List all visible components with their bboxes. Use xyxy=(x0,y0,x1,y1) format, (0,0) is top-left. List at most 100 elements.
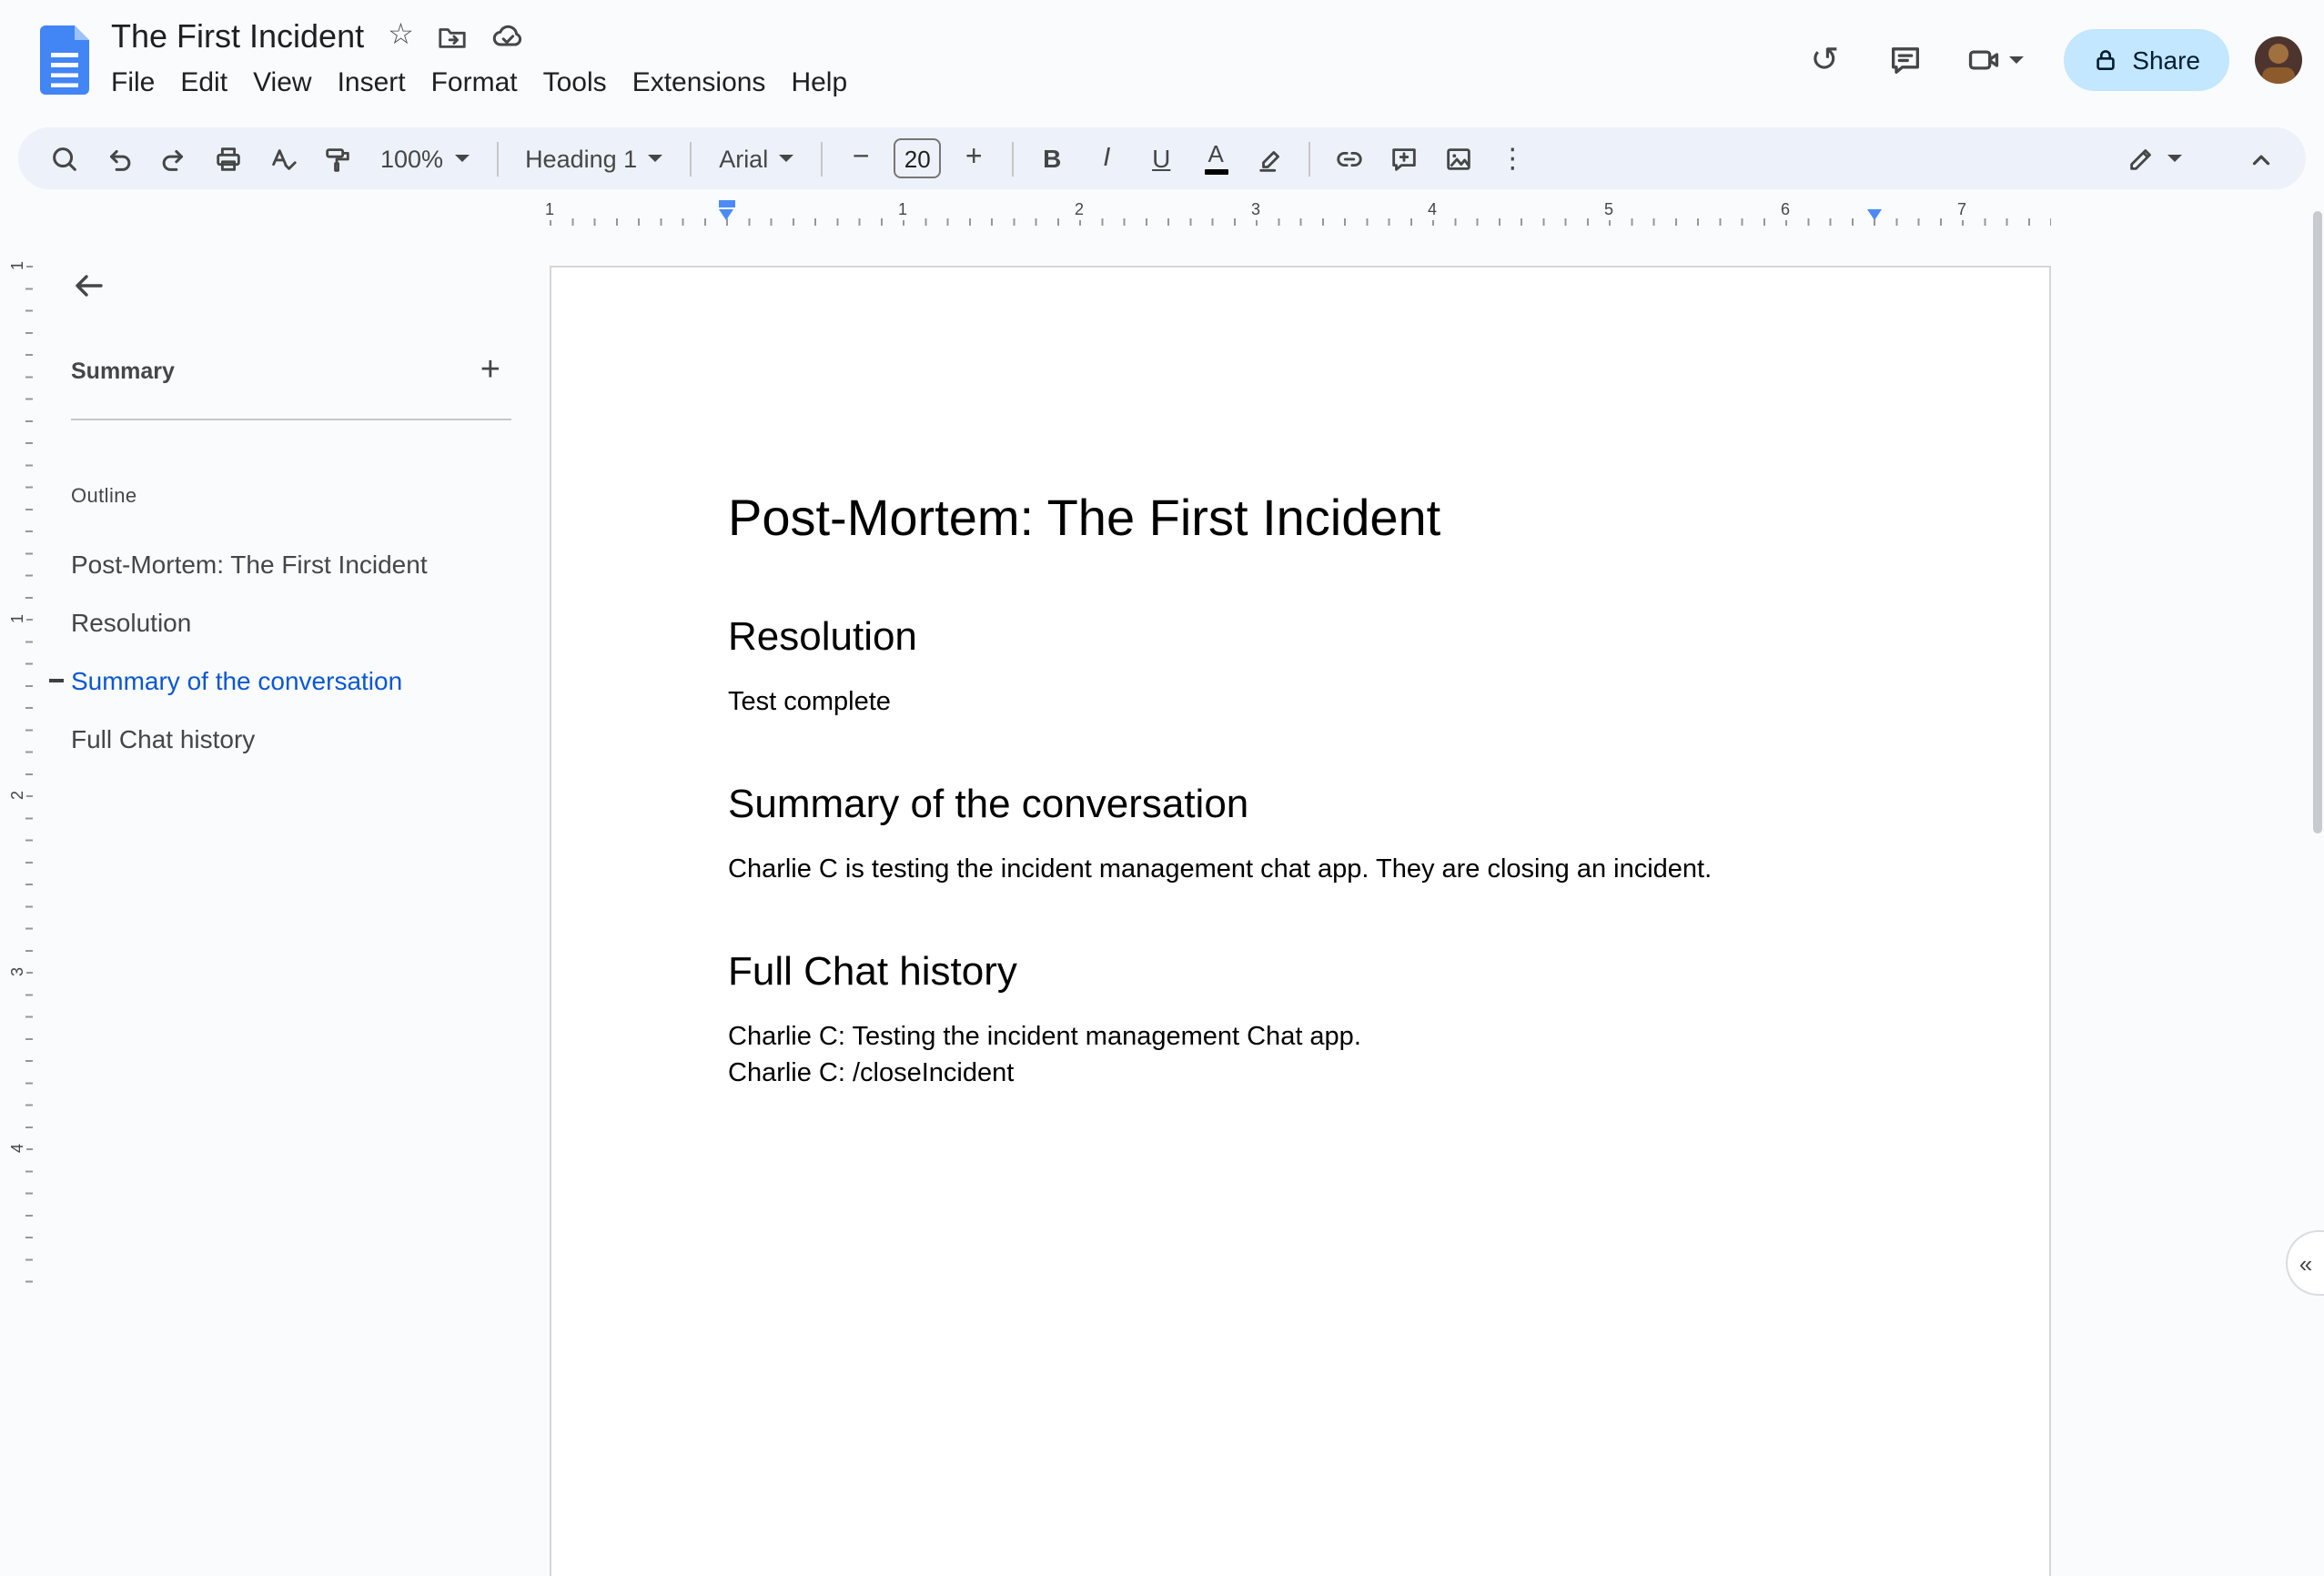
chevron-down-icon xyxy=(2167,155,2182,162)
insert-link-button[interactable] xyxy=(1323,133,1374,184)
docs-logo-lines xyxy=(51,53,78,87)
toolbar-divider xyxy=(496,141,499,176)
more-options-button[interactable]: ⋮ xyxy=(1487,133,1538,184)
redo-button[interactable] xyxy=(147,133,198,184)
version-history-icon[interactable]: ↺ xyxy=(1794,29,1855,91)
menu-extensions[interactable]: Extensions xyxy=(620,64,779,102)
menu-view[interactable]: View xyxy=(240,64,325,102)
style-value: Heading 1 xyxy=(525,145,638,172)
add-summary-button[interactable]: + xyxy=(480,353,511,388)
menu-bar: File Edit View Insert Format Tools Exten… xyxy=(98,64,860,102)
menu-tools[interactable]: Tools xyxy=(530,64,620,102)
toolbar-divider xyxy=(821,141,824,176)
font-dropdown[interactable]: Arial xyxy=(702,133,810,184)
styles-dropdown[interactable]: Heading 1 xyxy=(509,133,679,184)
share-label: Share xyxy=(2132,45,2200,75)
spellcheck-button[interactable] xyxy=(257,133,308,184)
underline-button[interactable]: U xyxy=(1136,133,1187,184)
paint-format-button[interactable] xyxy=(311,133,362,184)
outline-item[interactable]: Resolution xyxy=(71,604,541,641)
star-icon[interactable]: ☆ xyxy=(388,21,414,51)
print-button[interactable] xyxy=(202,133,253,184)
doc-heading-summary[interactable]: Summary of the conversation xyxy=(728,777,1873,830)
doc-paragraph[interactable]: Charlie C: Testing the incident manageme… xyxy=(728,1019,1873,1056)
undo-button[interactable] xyxy=(93,133,144,184)
decrease-font-size-button[interactable]: − xyxy=(835,133,886,184)
ruler-number: 2 xyxy=(8,788,27,803)
increase-font-size-button[interactable]: + xyxy=(948,133,999,184)
pencil-icon xyxy=(2130,148,2151,169)
ruler-number: 5 xyxy=(1600,200,1618,220)
ruler-number: 1 xyxy=(894,200,912,220)
ruler-number: 3 xyxy=(1247,200,1265,220)
first-line-indent-marker[interactable] xyxy=(718,200,734,207)
chevron-down-icon xyxy=(2008,56,2024,64)
document-title[interactable]: The First Incident xyxy=(111,17,364,56)
font-size-input[interactable] xyxy=(894,138,942,178)
move-folder-icon[interactable] xyxy=(438,21,469,52)
cloud-status-icon[interactable] xyxy=(492,20,525,53)
right-indent-marker[interactable] xyxy=(1866,209,1881,220)
doc-heading-resolution[interactable]: Resolution xyxy=(728,610,1873,662)
toolbar-divider xyxy=(1309,141,1311,176)
insert-image-button[interactable] xyxy=(1432,133,1483,184)
toolbar-divider xyxy=(690,141,692,176)
menu-format[interactable]: Format xyxy=(419,64,530,102)
search-button[interactable] xyxy=(38,133,89,184)
outline-item[interactable]: Post-Mortem: The First Incident xyxy=(71,546,541,582)
doc-paragraph[interactable]: Test complete xyxy=(728,684,1873,721)
outline-item-active[interactable]: Summary of the conversation xyxy=(49,662,541,699)
zoom-value: 100% xyxy=(380,145,444,172)
avatar[interactable] xyxy=(2255,36,2302,84)
font-value: Arial xyxy=(719,145,769,172)
doc-heading-title[interactable]: Post-Mortem: The First Incident xyxy=(728,484,1873,553)
ruler-number: 1 xyxy=(8,258,27,273)
scrollbar-thumb[interactable] xyxy=(2313,211,2322,833)
add-comment-button[interactable] xyxy=(1378,133,1429,184)
italic-button[interactable]: I xyxy=(1081,133,1132,184)
highlight-color-button[interactable] xyxy=(1245,133,1296,184)
doc-heading-chat-history[interactable]: Full Chat history xyxy=(728,945,1873,997)
summary-row: Summary + xyxy=(71,353,511,388)
menu-help[interactable]: Help xyxy=(778,64,860,102)
back-button[interactable] xyxy=(60,257,118,315)
workspace: 1 1 2 3 4 5 6 7 1 1 2 3 4 Summary + Outl… xyxy=(0,197,2324,1576)
outline-item[interactable]: Full Chat history xyxy=(71,721,541,757)
panel-divider xyxy=(71,419,511,420)
outline-heading: Outline xyxy=(71,486,137,508)
chevron-down-icon xyxy=(779,155,794,162)
vertical-ruler: 1 1 2 3 4 xyxy=(8,258,35,1300)
ruler-number: 4 xyxy=(1423,200,1441,220)
summary-heading: Summary xyxy=(71,358,175,383)
zoom-dropdown[interactable]: 100% xyxy=(364,133,485,184)
video-call-button[interactable] xyxy=(1954,29,2034,91)
app-bar-actions: ↺ Share xyxy=(1794,0,2302,120)
text-color-letter: A xyxy=(1207,140,1224,168)
hide-menus-button[interactable] xyxy=(2235,133,2286,184)
current-location-indicator xyxy=(49,679,64,682)
ruler-number: 3 xyxy=(8,965,27,979)
bold-button[interactable]: B xyxy=(1026,133,1077,184)
menu-edit[interactable]: Edit xyxy=(167,64,240,102)
share-button[interactable]: Share xyxy=(2063,29,2229,91)
doc-paragraph[interactable]: Charlie C is testing the incident manage… xyxy=(728,852,1873,888)
docs-logo-fold xyxy=(75,25,89,40)
avatar-torso xyxy=(2262,67,2295,84)
back-arrow-icon xyxy=(76,275,103,297)
comments-icon[interactable] xyxy=(1874,29,1935,91)
ruler-number: 2 xyxy=(1070,200,1088,220)
avatar-head xyxy=(2268,44,2289,64)
side-panel-toggle[interactable]: « xyxy=(2286,1230,2324,1296)
text-color-button[interactable]: A xyxy=(1190,133,1241,184)
menu-insert[interactable]: Insert xyxy=(325,64,419,102)
toolbar: 100% Heading 1 Arial − + B I U A xyxy=(18,127,2306,189)
chevron-down-icon xyxy=(648,155,663,162)
doc-paragraph[interactable]: Charlie C: /closeIncident xyxy=(728,1056,1873,1092)
document-page[interactable]: Post-Mortem: The First Incident Resoluti… xyxy=(550,266,2051,1576)
docs-logo[interactable] xyxy=(40,25,89,95)
chevron-up-icon xyxy=(2251,154,2269,165)
toolbar-divider xyxy=(1012,141,1015,176)
menu-file[interactable]: File xyxy=(98,64,167,102)
editing-mode-dropdown[interactable] xyxy=(2126,143,2182,174)
left-indent-marker[interactable] xyxy=(718,209,733,220)
